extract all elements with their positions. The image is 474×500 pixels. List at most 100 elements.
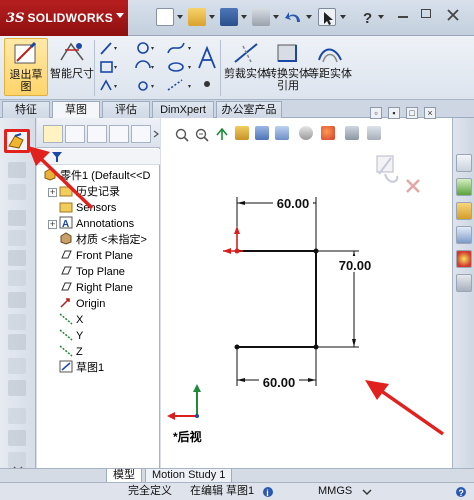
tab-features[interactable]: 特征 [2,101,50,118]
exit-sketch-icon [11,41,41,67]
shell-tool-icon[interactable] [8,358,26,374]
tab-model[interactable]: 模型 [106,469,142,483]
tree-item-top-plane[interactable]: Top Plane [59,264,125,280]
document-maximize-icon[interactable]: □ [406,107,418,119]
tree-item-material[interactable]: 材质 <未指定> [59,232,147,248]
solidworks-logo[interactable]: 3S SOLIDWORKS [0,0,128,36]
new-dropdown-icon[interactable] [177,15,183,19]
design-library-icon[interactable] [456,178,472,196]
tab-evaluate[interactable]: 评估 [102,101,150,118]
curves-tool-icon[interactable] [8,430,26,446]
file-explorer-icon[interactable] [456,202,472,220]
pattern-tool-icon[interactable] [8,314,26,330]
help-dropdown-icon[interactable] [378,15,384,19]
custom-properties-icon[interactable] [456,274,472,292]
undo-icon[interactable] [284,8,304,26]
save-dropdown-icon[interactable] [241,15,247,19]
spline-tool-icon [167,42,185,54]
task-pane [452,118,474,490]
title-bar: 3S SOLIDWORKS ? [0,0,474,36]
red-annotation-arrow-lower [365,380,445,436]
tree-item-right-plane[interactable]: Right Plane [59,280,133,296]
sweep-tool-icon[interactable] [8,230,26,246]
expand-annotations-icon[interactable]: + [48,220,57,229]
units-dropdown-icon[interactable] [362,487,372,497]
tree-item-sketch1[interactable]: 草图1 [59,360,104,376]
annotation-icon: A [59,216,73,230]
mirror-tool-icon[interactable] [8,380,26,396]
text-tool-icon[interactable] [196,42,218,92]
restore-icon[interactable] [421,9,431,18]
open-folder-icon[interactable] [188,8,206,26]
print-dropdown-icon[interactable] [273,15,279,19]
select-arrow-icon[interactable] [318,8,336,26]
new-document-icon[interactable] [156,8,174,26]
open-dropdown-icon[interactable] [209,15,215,19]
document-close-icon[interactable]: × [424,107,436,119]
display-manager-tab-icon[interactable] [131,125,151,143]
status-bar: 完全定义 在编辑 草图1 i MMGS ? [0,482,474,500]
convert-entities-icon [273,40,303,66]
panel-scroll-right-icon[interactable] [152,130,160,138]
tab-dimxpert[interactable]: DimXpert [152,101,214,118]
solidworks-resources-icon[interactable] [456,154,472,172]
print-icon[interactable] [252,8,270,26]
select-dropdown-icon[interactable] [340,15,346,19]
circle-tool-icon [137,42,149,54]
smart-dimension-icon [57,40,87,66]
status-info-icon[interactable]: i [262,486,274,498]
svg-text:i: i [266,488,269,498]
tab-sketch[interactable]: 草图 [52,101,100,119]
tab-office-products[interactable]: 办公室产品 [216,101,282,118]
sketch-point-bottom-left [234,344,240,350]
close-icon[interactable] [446,8,460,22]
cut-tool-icon[interactable] [8,270,26,286]
minimize-icon[interactable] [398,16,408,18]
exit-sketch-button[interactable]: 退出草图 [4,38,48,96]
tree-item-front-plane[interactable]: Front Plane [59,248,133,264]
axis-icon [59,312,73,325]
exit-sketch-label: 退出草图 [9,69,43,93]
reference-geometry-icon[interactable] [8,408,26,424]
document-restore-icon[interactable]: ▫ [370,107,382,119]
rib-tool-icon[interactable] [8,334,26,350]
dimension-right-text[interactable]: 70.00 [339,258,372,273]
offset-entities-button[interactable]: 等距实体 [308,38,352,96]
graphics-area[interactable]: 60.00 70.00 60.00 *后视 [161,118,452,490]
material-icon [59,232,73,245]
dimension-top-text[interactable]: 60.00 [277,196,310,211]
tree-item-label: Front Plane [76,250,133,262]
status-units[interactable]: MMGS [318,483,352,500]
tree-item-origin[interactable]: Origin [59,296,105,312]
tree-item-annotations[interactable]: A Annotations [59,216,134,232]
undo-dropdown-icon[interactable] [306,15,312,19]
fillet-feature-icon[interactable] [8,292,26,308]
tree-item-axis-x[interactable]: X [59,312,83,328]
appearances-icon[interactable] [456,250,472,268]
convert-entities-button[interactable]: 转换实体引用 [266,38,310,96]
ellipse-tool-icon [168,62,184,72]
slot-dropdown-icon [114,85,117,88]
status-help-icon[interactable]: ? [455,486,467,498]
tab-motion-study[interactable]: Motion Study 1 [145,469,233,483]
tree-item-axis-z[interactable]: Z [59,344,83,360]
axis-icon [59,344,73,357]
red-annotation-arrow-upper [28,146,94,210]
document-tile-icon[interactable]: ▪ [388,107,400,119]
rectangle-tool-icon [100,61,113,73]
save-icon[interactable] [220,8,238,26]
revolve-tool-icon[interactable] [8,210,26,226]
trim-entities-button[interactable]: 剪裁实体 [224,38,268,96]
slot-tool-icon [100,79,112,91]
view-palette-icon[interactable] [456,226,472,244]
dimxpert-tab-icon[interactable] [109,125,129,143]
tree-item-axis-y[interactable]: Y [59,328,83,344]
help-icon[interactable]: ? [360,8,376,26]
logo-menu-caret-icon [116,13,124,18]
smart-dimension-button[interactable]: 智能尺寸 [50,38,94,96]
loft-tool-icon[interactable] [8,250,26,266]
tree-item-label: 草图1 [76,362,105,374]
dimension-bottom-text[interactable]: 60.00 [263,375,296,390]
arc-tool-icon [135,60,151,69]
bottom-tabs: 模型 Motion Study 1 [0,468,474,483]
